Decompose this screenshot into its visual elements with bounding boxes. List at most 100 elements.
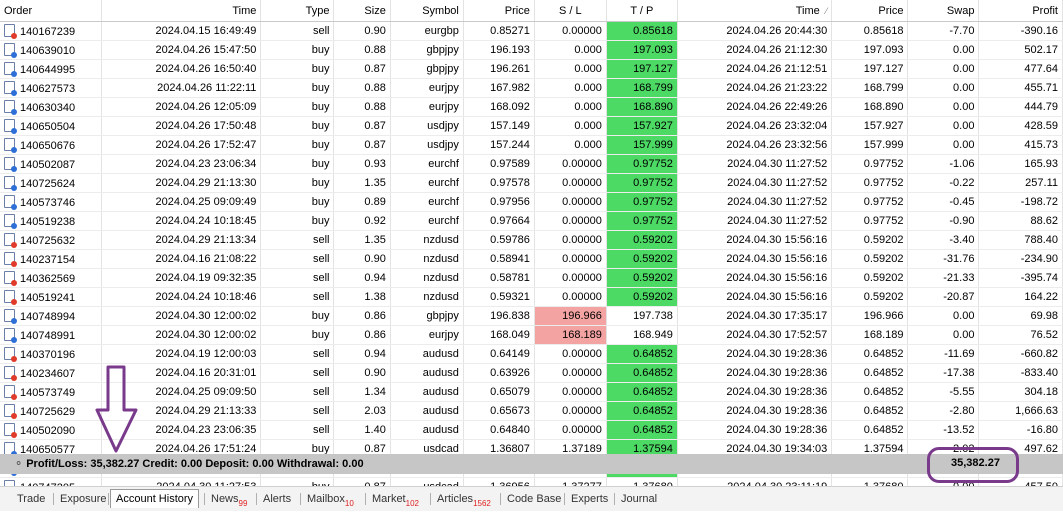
table-row[interactable]: 140167239 2024.04.15 16:49:49 sell 0.90 eurg… xyxy=(0,21,1063,41)
swap-cell: 0.00 xyxy=(907,135,980,155)
cell-value: 0.00 xyxy=(953,329,975,341)
close-time-cell: 2024.04.30 19:28:36 xyxy=(677,344,833,364)
tab-journal[interactable]: Journal xyxy=(621,490,657,508)
order-cell: 140362569 xyxy=(0,268,102,288)
cell-value: 1.40 xyxy=(364,424,386,436)
cell-value: 2024.04.30 11:27:52 xyxy=(727,215,828,227)
profit-cell: 1,666.63 xyxy=(978,401,1063,421)
cell-value: 0.00000 xyxy=(562,177,602,189)
col-open-time[interactable]: Time xyxy=(101,0,262,22)
sl-cell: 0.00000 xyxy=(534,230,607,250)
close-time-cell: 2024.04.30 19:28:36 xyxy=(677,382,833,402)
table-row[interactable]: 140234607 2024.04.16 20:31:01 sell 0.90 audu… xyxy=(0,363,1063,383)
col-symbol[interactable]: Symbol xyxy=(390,0,464,22)
sell-order-icon xyxy=(4,366,17,381)
profit-cell: 455.71 xyxy=(978,78,1063,98)
cell-value: 0.00 xyxy=(953,139,975,151)
cell-value: usdjpy xyxy=(427,120,459,132)
table-row[interactable]: 140573746 2024.04.25 09:09:49 buy 0.89 eurch… xyxy=(0,192,1063,212)
tab-articles[interactable]: Articles1562 xyxy=(437,490,491,508)
cell-value: 2024.04.16 21:08:22 xyxy=(155,253,257,265)
table-row[interactable]: 140650676 2024.04.26 17:52:47 buy 0.87 usdjp… xyxy=(0,135,1063,155)
cell-value: 140627573 xyxy=(20,83,76,95)
cell-value: buy xyxy=(311,63,330,75)
open-time-cell: 2024.04.29 21:13:30 xyxy=(101,173,262,193)
cell-value: 2024.04.26 22:49:26 xyxy=(726,101,828,113)
table-row[interactable]: 140644995 2024.04.26 16:50:40 buy 0.87 gbpjp… xyxy=(0,59,1063,79)
table-row[interactable]: 140237154 2024.04.16 21:08:22 sell 0.90 nzdu… xyxy=(0,249,1063,269)
tab-market[interactable]: Market102 xyxy=(372,490,419,508)
table-row[interactable]: 140725624 2024.04.29 21:13:30 buy 1.35 eurch… xyxy=(0,173,1063,193)
cell-value: 0.92 xyxy=(364,215,386,227)
order-cell: 140650504 xyxy=(0,116,102,136)
symbol-cell: eurjpy xyxy=(390,325,464,345)
size-cell: 0.88 xyxy=(333,40,391,60)
table-row[interactable]: 140502090 2024.04.23 23:06:35 sell 1.40 audu… xyxy=(0,420,1063,440)
table-row[interactable]: 140519238 2024.04.24 10:18:45 buy 0.92 eurch… xyxy=(0,211,1063,231)
col-close-price[interactable]: Price xyxy=(831,0,909,22)
tab-news[interactable]: News99 xyxy=(211,490,247,508)
tab-mailbox[interactable]: Mailbox10 xyxy=(307,490,354,508)
cell-value: 0.00000 xyxy=(562,25,602,37)
open-time-cell: 2024.04.26 16:50:40 xyxy=(101,59,262,79)
table-row[interactable]: 140650504 2024.04.26 17:50:48 buy 0.87 usdjp… xyxy=(0,116,1063,136)
swap-cell: -0.22 xyxy=(907,173,980,193)
type-cell: sell xyxy=(260,401,335,421)
tab-experts[interactable]: Experts xyxy=(571,490,608,508)
symbol-cell: nzdusd xyxy=(390,249,464,269)
col-tp[interactable]: T / P xyxy=(606,0,678,22)
tab-exposure[interactable]: Exposure xyxy=(60,490,106,508)
cell-value: 140644995 xyxy=(20,64,76,76)
summary-text: Profit/Loss: 35,382.27 Credit: 0.00 Depo… xyxy=(26,458,364,470)
tab-account-history[interactable]: Account History xyxy=(110,489,200,508)
table-row[interactable]: 140519241 2024.04.24 10:18:46 sell 1.38 nzdu… xyxy=(0,287,1063,307)
table-row[interactable]: 140748994 2024.04.30 12:00:02 buy 0.86 gbpjp… xyxy=(0,306,1063,326)
table-row[interactable]: 140748991 2024.04.30 12:00:02 buy 0.86 eurjp… xyxy=(0,325,1063,345)
table-row[interactable]: 140639010 2024.04.26 15:47:50 buy 0.88 gbpjp… xyxy=(0,40,1063,60)
col-swap[interactable]: Swap xyxy=(907,0,980,22)
cell-value: sell xyxy=(312,234,330,246)
cell-value: 157.927 xyxy=(633,120,673,132)
cell-value: -0.45 xyxy=(949,196,975,208)
type-cell: sell xyxy=(260,344,335,364)
cell-value: 2024.04.26 21:12:51 xyxy=(726,63,828,75)
table-row[interactable]: 140573749 2024.04.25 09:09:50 sell 1.34 audu… xyxy=(0,382,1063,402)
cell-value: 2024.04.29 21:13:34 xyxy=(155,234,257,246)
table-row[interactable]: 140362569 2024.04.19 09:32:35 sell 0.94 nzdu… xyxy=(0,268,1063,288)
table-row[interactable]: 140725629 2024.04.29 21:13:33 sell 2.03 audu… xyxy=(0,401,1063,421)
tab-alerts[interactable]: Alerts xyxy=(263,490,291,508)
order-cell: 140519241 xyxy=(0,287,102,307)
cell-value: 2024.04.26 20:44:30 xyxy=(726,25,828,37)
order-cell: 140725632 xyxy=(0,230,102,250)
cell-value: 196.838 xyxy=(490,310,530,322)
cell-value: -0.90 xyxy=(949,215,975,227)
swap-cell: -7.70 xyxy=(907,21,980,41)
col-open-price[interactable]: Price xyxy=(463,0,535,22)
sl-cell: 168.189 xyxy=(534,325,607,345)
cell-value: 196.193 xyxy=(490,44,530,56)
profit-cell: -660.82 xyxy=(978,344,1063,364)
col-close-time[interactable]: Time ⁄ xyxy=(677,0,833,22)
buy-order-icon xyxy=(4,62,17,77)
col-order[interactable]: Order xyxy=(0,0,102,22)
col-profit[interactable]: Profit xyxy=(978,0,1063,22)
table-row[interactable]: 140630340 2024.04.26 12:05:09 buy 0.88 eurjp… xyxy=(0,97,1063,117)
cell-value: 0.00000 xyxy=(562,253,602,265)
symbol-cell: audusd xyxy=(390,382,464,402)
tab-code-base[interactable]: Code Base xyxy=(507,490,561,508)
sort-arrow-icon: ⁄ xyxy=(825,5,828,16)
open-price-cell: 0.63926 xyxy=(463,363,535,383)
table-row[interactable]: 140502087 2024.04.23 23:06:34 buy 0.93 eurch… xyxy=(0,154,1063,174)
close-price-cell: 0.64852 xyxy=(831,382,909,402)
open-time-cell: 2024.04.30 12:00:02 xyxy=(101,306,262,326)
table-row[interactable]: 140370196 2024.04.19 12:00:03 sell 0.94 audu… xyxy=(0,344,1063,364)
col-size[interactable]: Size xyxy=(333,0,391,22)
col-sl[interactable]: S / L xyxy=(534,0,607,22)
cell-value: nzdusd xyxy=(423,253,459,265)
table-row[interactable]: 140725632 2024.04.29 21:13:34 sell 1.35 nzdu… xyxy=(0,230,1063,250)
col-type[interactable]: Type xyxy=(260,0,335,22)
tab-trade[interactable]: Trade xyxy=(17,490,45,508)
table-row[interactable]: 140627573 2024.04.26 11:22:11 buy 0.88 eurjp… xyxy=(0,78,1063,98)
cell-value: buy xyxy=(311,82,330,94)
sell-order-icon xyxy=(4,24,17,39)
